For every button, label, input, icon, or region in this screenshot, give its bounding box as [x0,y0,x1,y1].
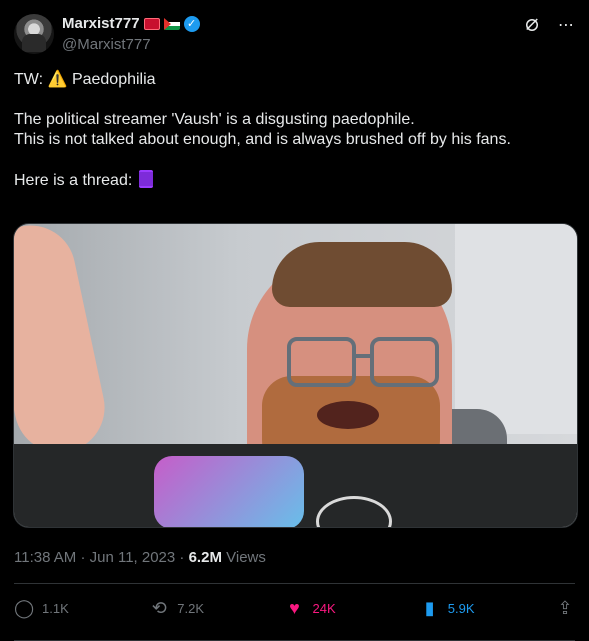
post-text: TW: ⚠️ Paedophilia The political streame… [14,70,574,191]
repost-icon[interactable]: ⟲ [149,599,169,617]
name-row: Marxist777 ✓ [62,15,200,32]
verified-icon[interactable]: ✓ [183,15,200,32]
thread-line: Here is a thread: [14,170,574,191]
avatar[interactable] [14,14,54,54]
warning-icon: ⚠️ [47,71,68,88]
person-mouth [317,401,379,429]
bookmark-count: 5.9K [447,600,475,616]
post-time[interactable]: 11:38 AM [14,549,76,566]
palestine-flag-icon [163,17,180,30]
action-bar: ◯ 1.1K ⟲ 7.2K ♥ 24K ▮ 5.9K ⇪ [14,596,575,620]
red-book-emoji-icon [143,17,160,30]
raised-arm [14,224,113,461]
meta-separator-1: · [80,549,86,566]
user-handle[interactable]: @Marxist777 [62,36,151,53]
display-name[interactable]: Marxist777 [62,15,140,32]
reply-action[interactable]: ◯ 1.1K [14,599,74,617]
glasses-bridge [352,354,370,358]
reply-icon[interactable]: ◯ [14,599,34,617]
shirt-graphic [154,456,304,527]
thread-emoji-icon [138,170,153,188]
repost-count: 7.2K [177,600,204,616]
like-count: 24K [312,600,336,616]
post-date[interactable]: Jun 11, 2023 [90,549,176,566]
heart-icon[interactable]: ♥ [285,599,305,617]
share-icon[interactable]: ⇪ [555,599,575,617]
glasses-left-lens [287,337,356,387]
more-icon[interactable]: ⋯ [557,16,575,34]
warning-prefix: TW: [14,71,44,88]
glasses-right-lens [370,337,439,387]
bookmark-icon[interactable]: ▮ [420,599,440,617]
reply-count: 1.1K [42,600,69,616]
warning-topic: Paedophilia [71,71,156,88]
share-action[interactable]: ⇪ [555,599,575,617]
top-actions: ⋯ [523,16,575,34]
meta-separator-2: · [179,549,185,566]
bookmark-action[interactable]: ▮ 5.9K [420,599,480,617]
post-line-2: The political streamer 'Vaush' is a disg… [14,111,415,128]
repost-action[interactable]: ⟲ 7.2K [149,599,209,617]
views-count: 6.2M [188,549,222,566]
post-header: Marxist777 ✓ @Marxist777 ⋯ [14,12,575,56]
post-meta: 11:38 AM · Jun 11, 2023 · 6.2M Views [14,549,266,566]
meta-divider [14,583,575,584]
person-hair [272,242,452,307]
content-warning-line: TW: ⚠️ Paedophilia [14,70,574,90]
like-action[interactable]: ♥ 24K [285,599,345,617]
post-line-3: This is not talked about enough, and is … [14,131,511,148]
views-label: Views [226,549,266,566]
background-wall [455,224,577,434]
thread-text: Here is a thread: [14,172,133,189]
grok-icon[interactable] [523,16,541,34]
media-image[interactable] [13,223,578,528]
